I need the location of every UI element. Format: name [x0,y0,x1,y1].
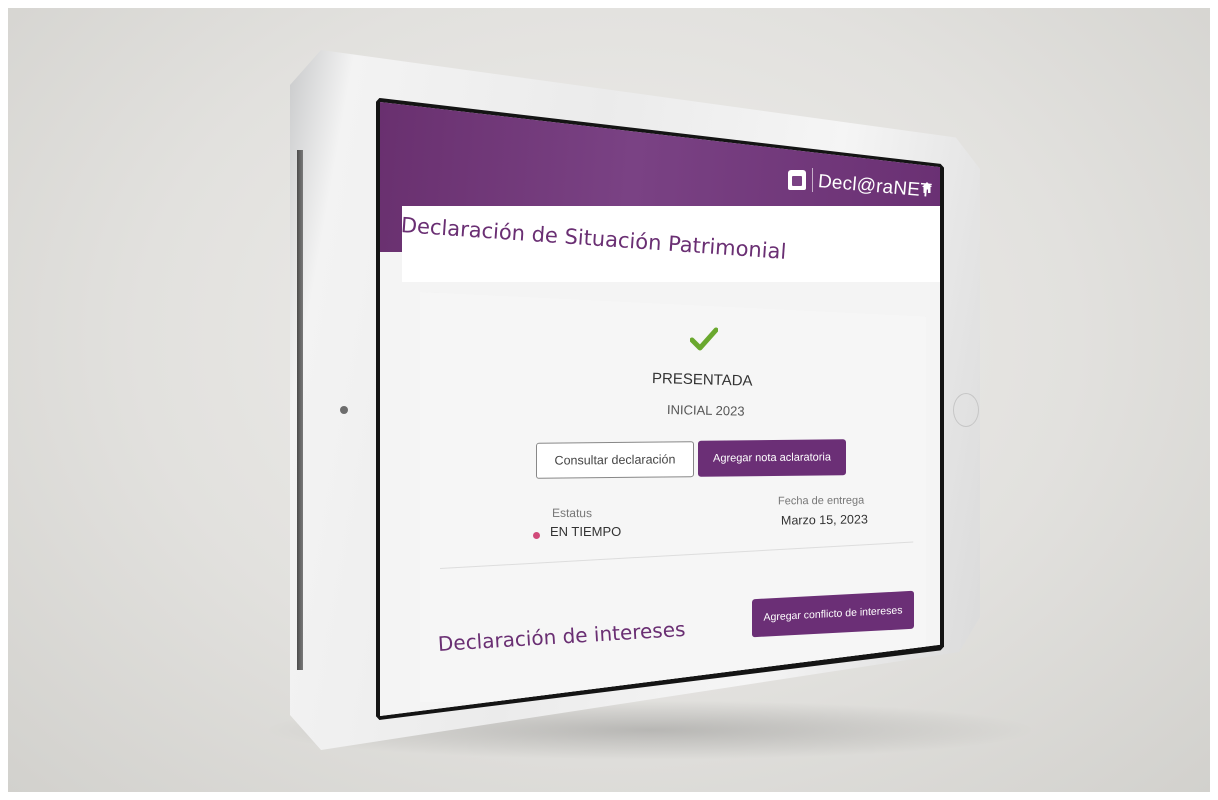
status-value: EN TIEMPO [550,524,622,539]
building-seal-icon [788,170,806,190]
status-dot [533,532,540,539]
camera-icon [340,406,348,414]
tablet-side-edge [297,150,303,670]
delivery-date-value: Marzo 15, 2023 [780,512,868,528]
home-icon[interactable] [922,182,932,194]
status-label: Estatus [551,505,593,521]
status-title: PRESENTADA [651,370,753,390]
delivery-date-label: Fecha de entrega [777,494,865,508]
device-home-button[interactable] [953,393,979,427]
add-clarifying-note-button[interactable]: Agregar nota aclaratoria [698,439,846,477]
consult-declaration-button[interactable]: Consultar declaración [536,441,694,479]
declaration-type: INICIAL 2023 [666,402,745,419]
check-icon [689,327,719,351]
logo-divider [812,168,813,192]
